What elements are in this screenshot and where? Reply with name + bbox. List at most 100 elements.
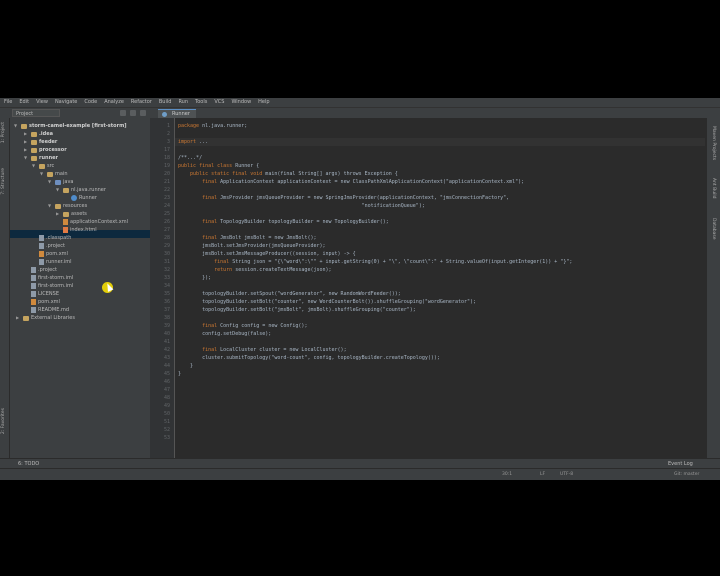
- line-number: 19: [163, 163, 170, 169]
- line-number: 27: [163, 227, 170, 233]
- tree-item[interactable]: ▼ src: [32, 162, 54, 170]
- menu-item-run[interactable]: Run: [178, 98, 188, 107]
- expand-arrow-icon[interactable]: ▼: [56, 186, 61, 194]
- code-line: topologyBuilder.setBolt("jmsBolt", jmsBo…: [178, 306, 416, 314]
- file-icon: [31, 291, 36, 297]
- tree-item[interactable]: ▼ main: [40, 170, 68, 178]
- menu-item-vcs[interactable]: VCS: [214, 98, 224, 107]
- tree-item[interactable]: ▶ assets: [56, 210, 87, 218]
- folder-icon: [63, 211, 69, 217]
- tree-item[interactable]: runner.iml: [32, 258, 71, 266]
- todo-tab[interactable]: 6: TODO: [18, 460, 39, 468]
- line-number: 46: [163, 379, 170, 385]
- expand-arrow-icon[interactable]: ▶: [24, 138, 29, 146]
- file-icon: [31, 299, 36, 305]
- tree-item[interactable]: LICENSE: [24, 290, 59, 298]
- expand-arrow-icon[interactable]: ▼: [48, 178, 53, 186]
- expand-arrow-icon[interactable]: ▼: [48, 202, 53, 210]
- tab-structure[interactable]: 7: Structure: [1, 168, 6, 195]
- line-number: 31: [163, 259, 170, 265]
- tab-runner[interactable]: Runner: [158, 109, 196, 118]
- menu-item-navigate[interactable]: Navigate: [55, 98, 77, 107]
- file-encoding[interactable]: UTF-8: [560, 471, 573, 479]
- tree-item[interactable]: pom.xml: [32, 250, 68, 258]
- tab-project[interactable]: 1: Project: [1, 122, 6, 143]
- expand-arrow-icon[interactable]: ▼: [40, 170, 45, 178]
- tree-item[interactable]: ▶ External Libraries: [16, 314, 75, 322]
- expand-arrow-icon[interactable]: ▶: [16, 314, 21, 322]
- menu-item-view[interactable]: View: [36, 98, 48, 107]
- collapse-icon[interactable]: [130, 110, 136, 116]
- line-separator[interactable]: LF: [540, 471, 545, 479]
- folder-icon: [23, 315, 29, 321]
- code-text: /**...*/: [178, 155, 203, 161]
- code-text: topologyBuilder.setSpout("wordGenerator"…: [178, 291, 401, 297]
- file-icon: [39, 259, 44, 265]
- tree-item[interactable]: pom.xml: [24, 298, 60, 306]
- expand-arrow-icon[interactable]: ▶: [56, 210, 61, 218]
- code-keyword: final: [178, 179, 218, 185]
- code-line: package nl.java.runner;: [178, 122, 247, 130]
- tree-item[interactable]: first-storm.iml: [24, 274, 73, 282]
- tree-item[interactable]: ▼ resources: [48, 202, 87, 210]
- line-number: 29: [163, 243, 170, 249]
- tree-item[interactable]: .project: [32, 242, 65, 250]
- vcs-branch[interactable]: Git: master: [674, 471, 699, 479]
- tree-item[interactable]: ▶ processor: [24, 146, 67, 154]
- tree-item[interactable]: index.html: [56, 226, 97, 234]
- tree-item[interactable]: Runner: [64, 194, 97, 202]
- menu-item-window[interactable]: Window: [231, 98, 251, 107]
- code-keyword: final: [178, 195, 218, 201]
- code-text: Config config = new Config();: [217, 323, 308, 329]
- settings-icon[interactable]: [140, 110, 146, 116]
- tree-item[interactable]: ▶ .idea: [24, 130, 53, 138]
- menu-item-build[interactable]: Build: [159, 98, 172, 107]
- file-icon: [63, 219, 68, 225]
- tree-item[interactable]: README.md: [24, 306, 69, 314]
- tree-item[interactable]: ▼ java: [48, 178, 73, 186]
- cursor-position[interactable]: 30:1: [502, 471, 512, 479]
- tree-item[interactable]: ▼ runner: [24, 154, 58, 162]
- menu-bar: File Edit View Navigate Code Analyze Refactor B…: [0, 98, 720, 108]
- menu-item-refactor[interactable]: Refactor: [131, 98, 152, 107]
- tree-item[interactable]: first-storm.iml: [24, 282, 73, 290]
- expand-arrow-icon[interactable]: ▶: [24, 130, 29, 138]
- line-number: 2: [166, 131, 170, 137]
- line-number: 52: [163, 427, 170, 433]
- line-number: 51: [163, 419, 170, 425]
- project-view-dropdown[interactable]: Project: [12, 109, 60, 117]
- tab-favorites[interactable]: 2: Favorites: [1, 408, 6, 434]
- tab-maven[interactable]: Maven Projects: [711, 126, 716, 160]
- tree-item[interactable]: .classpath: [32, 234, 71, 242]
- code-line: cluster.submitTopology("word-count", con…: [178, 354, 440, 362]
- menu-item-code[interactable]: Code: [84, 98, 97, 107]
- code-text: session.createTextMessage(json);: [232, 267, 332, 273]
- event-log-tab[interactable]: Event Log: [668, 460, 693, 468]
- tab-ant[interactable]: Ant Build: [711, 178, 716, 198]
- code-line: topologyBuilder.setSpout("wordGenerator"…: [178, 290, 401, 298]
- menu-item-analyze[interactable]: Analyze: [104, 98, 124, 107]
- code-text: jmsBolt.setJmsMessageProducer((session, …: [178, 251, 356, 257]
- menu-item-tools[interactable]: Tools: [195, 98, 207, 107]
- toolbar: Project: [0, 108, 720, 118]
- tree-root[interactable]: ▼ storm-camel-example [first-storm]: [14, 122, 127, 130]
- menu-item-file[interactable]: File: [4, 98, 12, 107]
- tree-item[interactable]: ▶ feeder: [24, 138, 57, 146]
- code-line: final ApplicationContext applicationCont…: [178, 178, 524, 186]
- expand-arrow-icon[interactable]: ▼: [24, 154, 29, 162]
- sync-icon[interactable]: [120, 110, 126, 116]
- code-text: LocalCluster cluster = new LocalCluster(…: [217, 347, 347, 353]
- tab-database[interactable]: Database: [711, 218, 716, 239]
- tree-item[interactable]: applicationContext.xml: [56, 218, 128, 226]
- menu-item-edit[interactable]: Edit: [19, 98, 29, 107]
- expand-arrow-icon[interactable]: ▶: [24, 146, 29, 154]
- line-number: 40: [163, 331, 170, 337]
- line-number: 48: [163, 395, 170, 401]
- tree-item[interactable]: .project: [24, 266, 57, 274]
- folder-icon: [31, 131, 37, 137]
- tree-item[interactable]: ▼ nl.java.runner: [56, 186, 106, 194]
- file-icon: [39, 243, 44, 249]
- expand-arrow-icon[interactable]: ▼: [14, 122, 19, 130]
- expand-arrow-icon[interactable]: ▼: [32, 162, 37, 170]
- menu-item-help[interactable]: Help: [258, 98, 269, 107]
